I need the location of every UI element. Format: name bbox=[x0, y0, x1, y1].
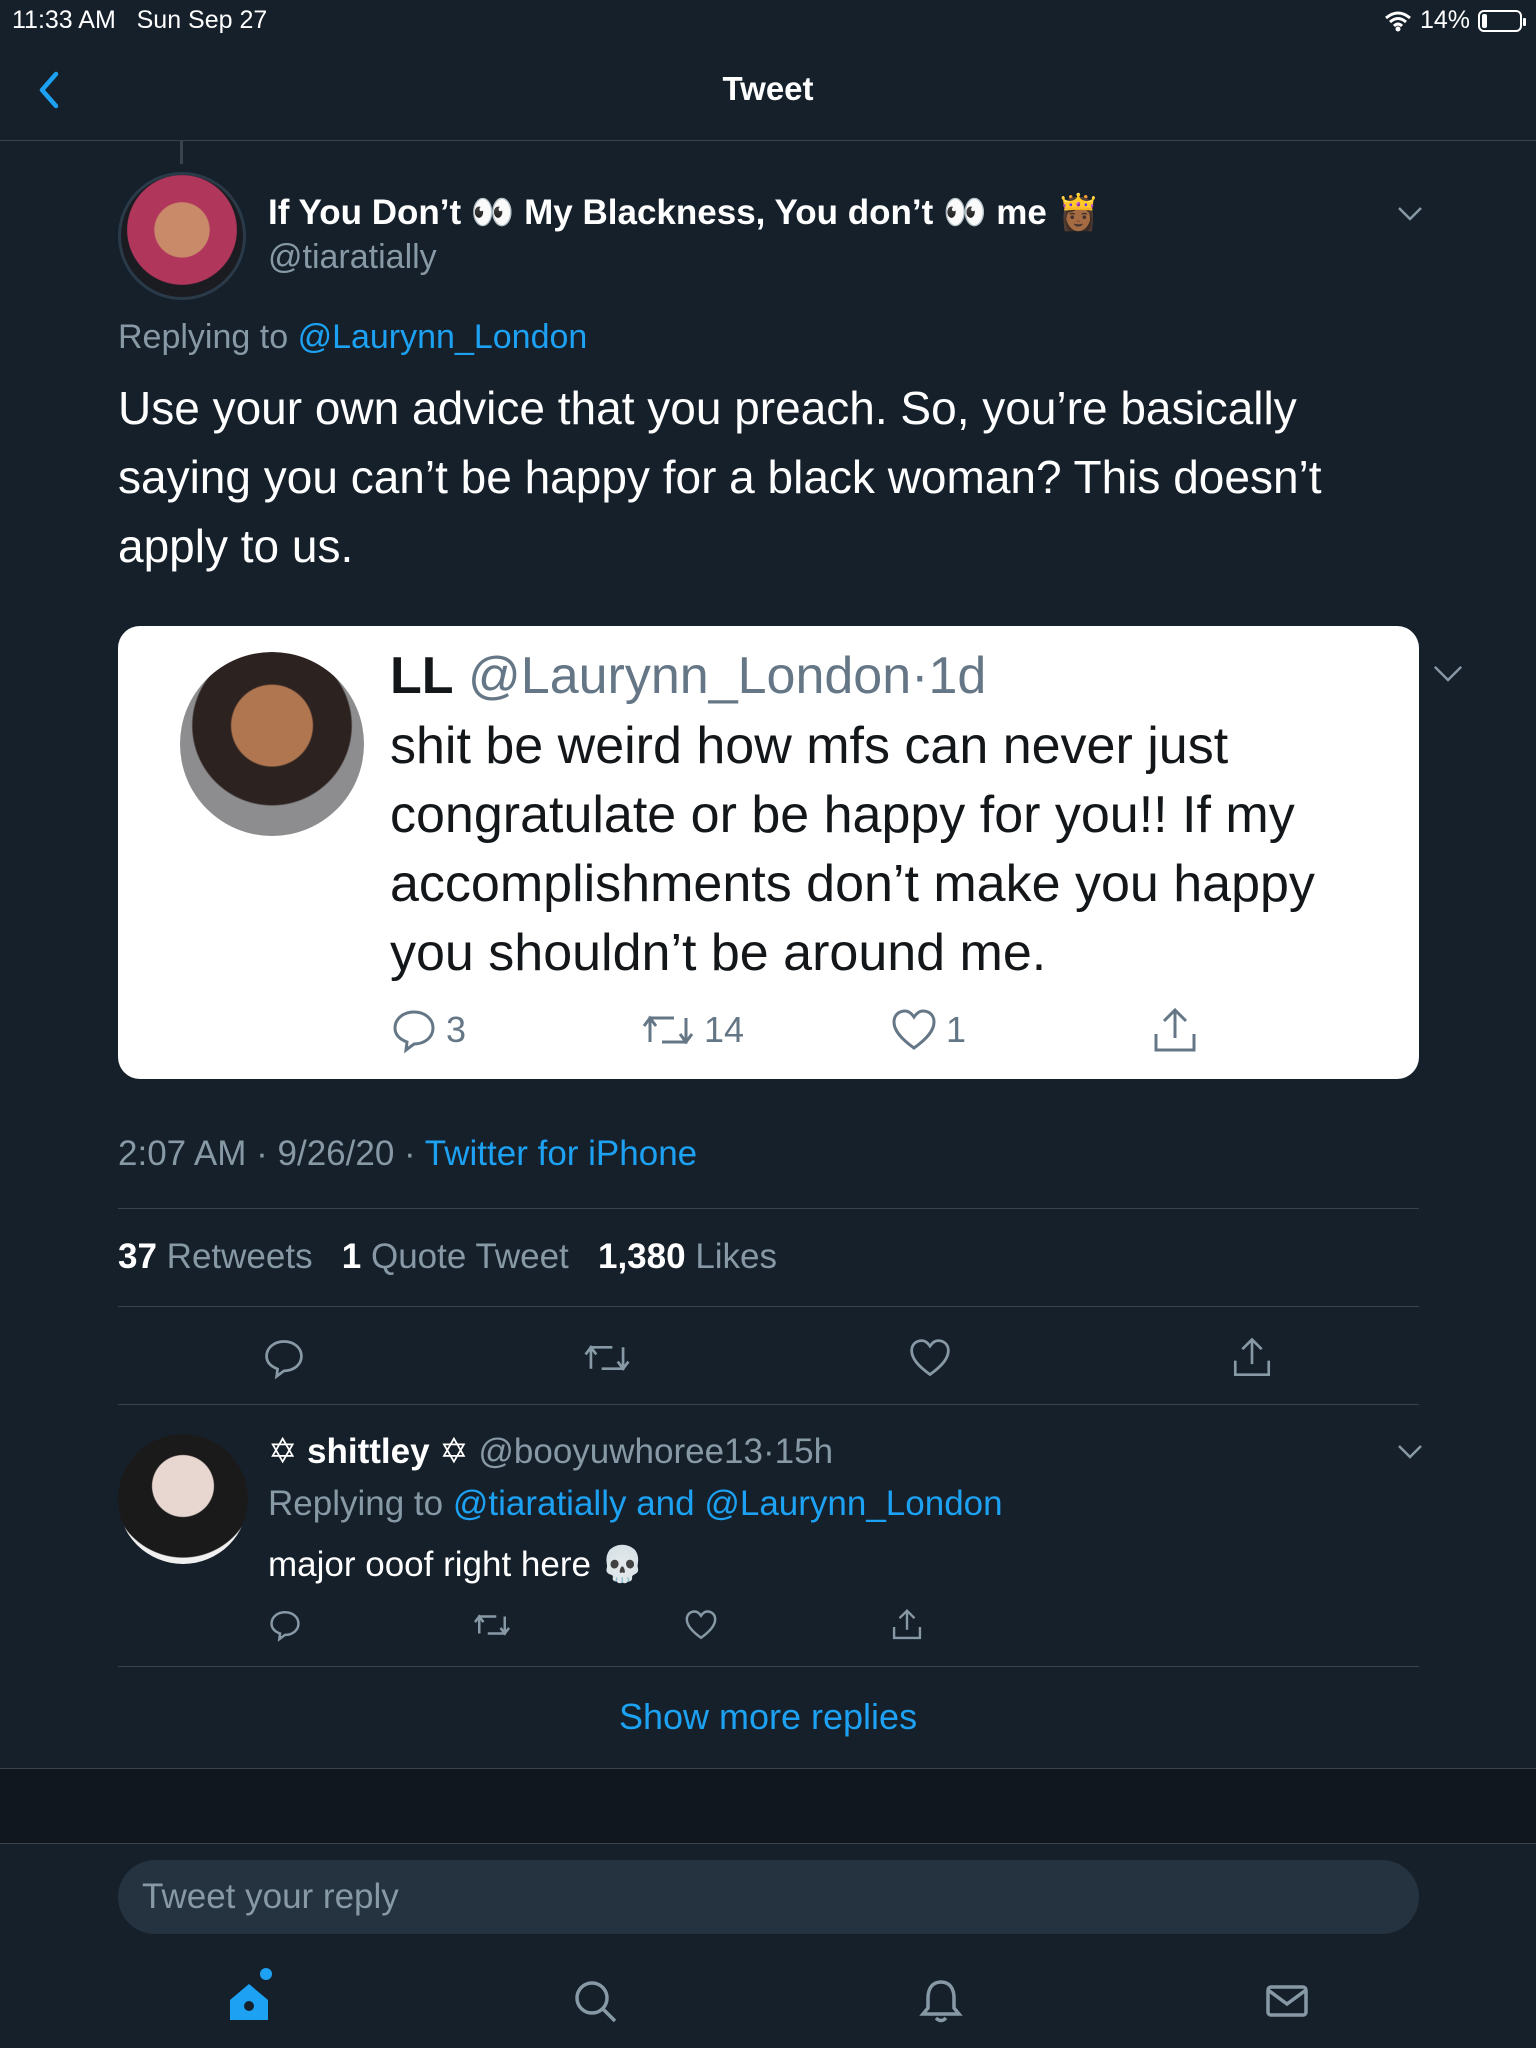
quoted-share bbox=[1150, 1006, 1200, 1056]
notifications-icon[interactable] bbox=[916, 1976, 966, 2026]
quotes-count: 1 bbox=[341, 1237, 362, 1276]
quoted-handle: @Laurynn_London bbox=[467, 647, 912, 705]
reply-age: 15h bbox=[774, 1432, 834, 1471]
reply-replying-prefix: Replying to bbox=[268, 1484, 444, 1523]
quoted-like-count: 1 bbox=[946, 1009, 967, 1050]
chevron-down-icon[interactable] bbox=[1396, 204, 1424, 224]
messages-icon[interactable] bbox=[1262, 1976, 1312, 2026]
reply-compose-input[interactable] bbox=[118, 1860, 1419, 1934]
likes-label: Likes bbox=[695, 1237, 778, 1276]
battery-percent: 14% bbox=[1419, 6, 1470, 34]
quoted-age: 1d bbox=[928, 647, 987, 705]
reply-avatar[interactable] bbox=[118, 1434, 248, 1564]
thread-connector bbox=[180, 140, 183, 164]
retweet-icon[interactable] bbox=[472, 1608, 512, 1642]
replying-to: Replying to @Laurynn_London bbox=[118, 318, 587, 357]
quoted-name: LL bbox=[390, 647, 454, 705]
status-bar: 11:33 AM Sun Sep 27 14% bbox=[0, 0, 1536, 40]
heart-icon bbox=[892, 1009, 936, 1050]
tweet-date: 9/26/20 bbox=[277, 1134, 395, 1173]
reply-replying-links[interactable]: @tiaratially and @Laurynn_London bbox=[453, 1484, 1003, 1523]
retweets-label: Retweets bbox=[166, 1237, 313, 1276]
status-date: Sun Sep 27 bbox=[136, 6, 268, 34]
reply-header: ✡ shittley ✡ @booyuwhoree13·15h bbox=[268, 1432, 834, 1471]
quoted-retweet: 14 bbox=[640, 1006, 744, 1054]
retweet-icon[interactable] bbox=[582, 1336, 632, 1380]
divider bbox=[118, 1404, 1419, 1405]
search-icon[interactable] bbox=[570, 1976, 620, 2026]
tweet-meta: 2:07 AM · 9/26/20 · Twitter for iPhone bbox=[118, 1134, 698, 1173]
reply-icon bbox=[393, 1010, 435, 1054]
reply-icon[interactable] bbox=[268, 1608, 302, 1642]
quoted-header: LL @Laurynn_London·1d bbox=[390, 647, 987, 705]
reply-icon[interactable] bbox=[262, 1336, 306, 1380]
divider bbox=[118, 1666, 1419, 1667]
battery-icon bbox=[1478, 9, 1526, 32]
share-icon[interactable] bbox=[1230, 1336, 1274, 1380]
tweet-stats: 37 Retweets 1 Quote Tweet 1,380 Likes bbox=[118, 1237, 777, 1277]
status-time-date: 11:33 AM Sun Sep 27 bbox=[12, 6, 267, 35]
reply-replying-to: Replying to @tiaratially and @Laurynn_Lo… bbox=[268, 1484, 1003, 1524]
quoted-reply: 3 bbox=[390, 1006, 466, 1054]
tab-bar bbox=[0, 1960, 1536, 2048]
reply-action-bar bbox=[268, 1608, 1068, 1648]
tweet-time: 2:07 AM bbox=[118, 1134, 247, 1173]
quotes-label: Quote Tweet bbox=[370, 1237, 569, 1276]
wifi-icon bbox=[1384, 11, 1411, 31]
tweet-source[interactable]: Twitter for iPhone bbox=[425, 1134, 697, 1173]
battery-level bbox=[1482, 13, 1488, 28]
replying-to-link[interactable]: @Laurynn_London bbox=[298, 318, 588, 356]
likes-count: 1,380 bbox=[597, 1237, 686, 1276]
page-title: Tweet bbox=[722, 70, 814, 107]
heart-icon[interactable] bbox=[908, 1336, 952, 1380]
share-icon bbox=[1154, 1007, 1196, 1052]
status-indicators: 14% bbox=[1384, 6, 1526, 35]
author-avatar[interactable] bbox=[118, 172, 246, 300]
quotes-stat[interactable]: 1 Quote Tweet bbox=[342, 1237, 569, 1276]
reply-text: major ooof right here 💀 bbox=[268, 1545, 645, 1584]
reply-handle[interactable]: @booyuwhoree13 bbox=[478, 1432, 763, 1471]
divider bbox=[118, 1208, 1419, 1209]
retweets-count: 37 bbox=[118, 1237, 157, 1276]
retweet-icon bbox=[642, 1015, 694, 1045]
quoted-avatar bbox=[180, 652, 364, 836]
status-time: 11:33 AM bbox=[12, 6, 116, 34]
replying-prefix: Replying to bbox=[118, 318, 289, 356]
home-icon[interactable] bbox=[224, 1976, 274, 2026]
tweet-action-bar bbox=[118, 1306, 1419, 1406]
tweet-text: Use your own advice that you preach. So,… bbox=[118, 382, 1322, 572]
show-more-replies-button[interactable]: Show more replies bbox=[0, 1696, 1536, 1738]
share-icon[interactable] bbox=[890, 1608, 924, 1642]
tweet-image[interactable]: LL @Laurynn_London·1d shit be weird how … bbox=[118, 626, 1463, 1079]
quoted-text: shit be weird how mfs can never just con… bbox=[390, 717, 1315, 982]
reply-author-name[interactable]: ✡ shittley ✡ bbox=[268, 1432, 469, 1471]
header: Tweet bbox=[0, 40, 1536, 141]
chevron-down-icon bbox=[1433, 665, 1463, 682]
quoted-reply-count: 3 bbox=[446, 1009, 467, 1050]
section-separator bbox=[0, 1768, 1536, 1844]
author-handle[interactable]: @tiaratially bbox=[268, 238, 437, 277]
unread-dot bbox=[260, 1968, 272, 1980]
author-name[interactable]: If You Don’t 👀 My Blackness, You don’t 👀… bbox=[268, 192, 1100, 233]
quoted-actions: 3 14 1 bbox=[390, 1006, 1340, 1066]
quoted-like: 1 bbox=[890, 1006, 966, 1054]
retweets-stat[interactable]: 37 Retweets bbox=[118, 1237, 313, 1276]
quoted-retweet-count: 14 bbox=[704, 1009, 745, 1050]
likes-stat[interactable]: 1,380 Likes bbox=[598, 1237, 777, 1276]
chevron-down-icon[interactable] bbox=[1396, 1442, 1424, 1462]
heart-icon[interactable] bbox=[684, 1608, 718, 1642]
